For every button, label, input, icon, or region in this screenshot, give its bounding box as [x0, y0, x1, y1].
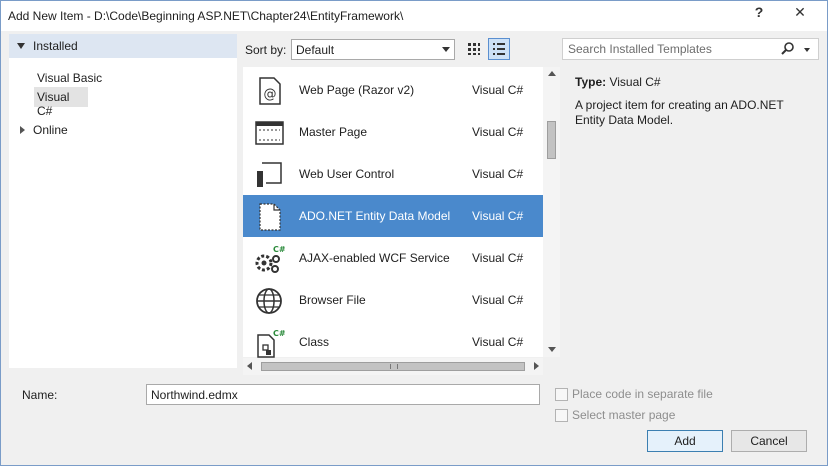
template-list-vertical-scrollbar[interactable] — [543, 67, 560, 357]
grid-icon — [468, 43, 480, 55]
close-button[interactable]: ✕ — [777, 1, 823, 23]
scroll-left-arrow-icon[interactable] — [247, 362, 252, 370]
tree-item-visual-csharp[interactable]: Visual C# — [34, 87, 88, 118]
list-item[interactable]: C# AJAX-enabled WCF Service Visual C# — [243, 237, 543, 279]
checkbox-box[interactable] — [555, 408, 568, 422]
type-value: Visual C# — [609, 75, 661, 89]
data-model-icon — [259, 203, 281, 231]
tree-node-label: Online — [33, 123, 68, 137]
tree-node-label: Installed — [33, 39, 78, 53]
template-details-pane: Type: Visual C# A project item for creat… — [562, 67, 822, 367]
help-button[interactable]: ? — [743, 1, 775, 23]
template-name: Browser File — [299, 293, 366, 307]
sort-by-label: Sort by: — [245, 43, 287, 57]
template-description: A project item for creating an ADO.NET E… — [575, 98, 784, 127]
list-item[interactable]: Browser File Visual C# — [243, 279, 543, 321]
wcf-service-icon: C# — [255, 245, 285, 273]
checkbox-box[interactable] — [555, 387, 568, 401]
small-icons-view-button[interactable] — [463, 38, 485, 60]
checkbox-label: Place code in separate file — [572, 387, 713, 401]
template-name: AJAX-enabled WCF Service — [299, 251, 450, 265]
template-name: ADO.NET Entity Data Model — [299, 209, 451, 223]
tree-node-online[interactable]: Online — [9, 120, 68, 140]
svg-text:@: @ — [264, 87, 277, 102]
window-title: Add New Item - D:\Code\Beginning ASP.NET… — [8, 9, 404, 23]
search-placeholder: Search Installed Templates — [568, 42, 712, 56]
browser-file-icon — [256, 288, 282, 314]
tree-node-installed[interactable]: Installed — [9, 34, 237, 58]
list-item[interactable]: Master Page Visual C# — [243, 111, 543, 153]
svg-text:C#: C# — [273, 329, 285, 338]
list-view-button[interactable] — [488, 38, 510, 60]
horizontal-scroll-thumb[interactable] — [261, 362, 525, 371]
scroll-down-arrow-icon[interactable] — [548, 347, 556, 352]
tree-item-visual-basic[interactable]: Visual Basic — [37, 71, 102, 85]
template-type: Visual C# — [472, 293, 524, 307]
master-page-icon — [255, 121, 284, 145]
add-new-item-dialog: Add New Item - D:\Code\Beginning ASP.NET… — [0, 0, 828, 466]
scroll-up-arrow-icon[interactable] — [548, 71, 556, 76]
vertical-scroll-thumb[interactable] — [547, 121, 556, 159]
template-type: Visual C# — [472, 167, 524, 181]
template-category-tree: Installed Visual Basic Visual C# Online — [9, 34, 237, 368]
template-name: Web Page (Razor v2) — [299, 83, 415, 97]
template-name: Class — [299, 335, 330, 349]
template-list: @ Web Page (Razor v2) Visual C# Master P… — [243, 67, 557, 358]
list-item[interactable]: ADO.NET Entity Data Model Visual C# — [243, 195, 543, 237]
cancel-button[interactable]: Cancel — [731, 430, 807, 452]
template-type-info: Type: Visual C# — [575, 75, 661, 89]
template-type: Visual C# — [472, 83, 524, 97]
list-item[interactable]: Web User Control Visual C# — [243, 153, 543, 195]
name-label: Name: — [22, 388, 58, 402]
template-type: Visual C# — [472, 335, 524, 349]
svg-text:C#: C# — [273, 245, 285, 254]
search-templates-input[interactable]: Search Installed Templates — [562, 38, 819, 60]
template-name: Master Page — [299, 125, 368, 139]
template-type: Visual C# — [472, 209, 524, 223]
name-field[interactable]: Northwind.edmx — [146, 384, 540, 405]
checkbox-label: Select master page — [572, 408, 676, 422]
list-item[interactable]: @ Web Page (Razor v2) Visual C# — [243, 69, 543, 111]
web-page-icon: @ — [259, 77, 281, 105]
add-button[interactable]: Add — [647, 430, 723, 452]
select-master-page-checkbox[interactable]: Select master page — [555, 408, 675, 422]
list-item[interactable]: C# Class Visual C# — [243, 321, 543, 363]
list-icon — [493, 43, 505, 55]
collapse-arrow-icon[interactable] — [20, 126, 25, 134]
scroll-right-arrow-icon[interactable] — [534, 362, 539, 370]
expand-arrow-icon[interactable] — [17, 43, 25, 49]
template-list-horizontal-scrollbar[interactable] — [243, 358, 543, 375]
template-name: Web User Control — [299, 167, 395, 181]
title-bar: Add New Item - D:\Code\Beginning ASP.NET… — [1, 1, 827, 31]
template-type: Visual C# — [472, 125, 524, 139]
scroll-grip-icon — [390, 364, 398, 369]
search-icon[interactable] — [780, 41, 796, 57]
search-options-arrow-icon[interactable] — [804, 48, 810, 52]
type-label: Type: — [575, 75, 607, 89]
sort-by-value: Default — [296, 42, 335, 57]
user-control-icon — [257, 162, 282, 187]
template-type: Visual C# — [472, 251, 524, 265]
dropdown-arrow-icon — [442, 47, 450, 52]
sort-by-dropdown[interactable]: Default — [291, 39, 455, 60]
place-code-separate-checkbox[interactable]: Place code in separate file — [555, 387, 713, 401]
class-file-icon: C# — [257, 329, 285, 358]
